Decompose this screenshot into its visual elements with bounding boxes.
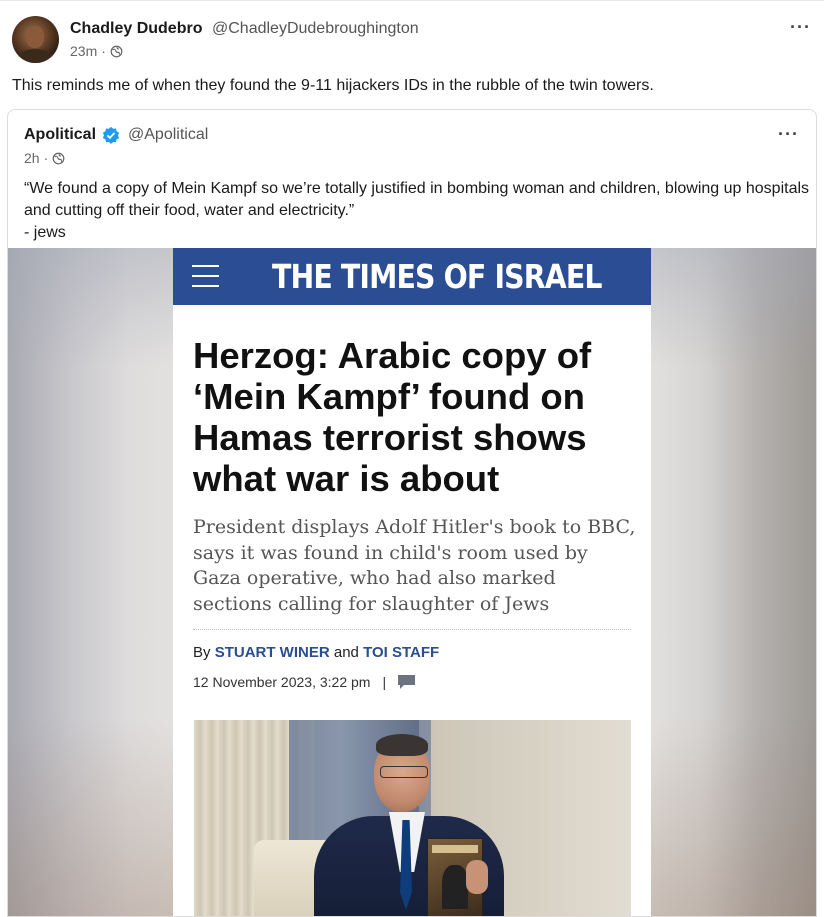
post-time[interactable]: 23m (70, 43, 97, 59)
attached-image[interactable]: THE TIMES OF ISRAEL Herzog: Arabic copy … (8, 248, 816, 916)
top-divider (0, 0, 824, 1)
quoted-post-meta: 2h · (24, 150, 65, 166)
byline-and: and (333, 644, 359, 661)
quoted-post-time[interactable]: 2h (24, 150, 40, 166)
quoted-post-text: “We found a copy of Mein Kampf so we’re … (24, 178, 809, 244)
byline-author-1: STUART WINER (214, 644, 330, 661)
globe-icon (110, 45, 123, 57)
byline-prefix: By (193, 644, 211, 661)
verified-badge-icon (102, 126, 120, 144)
date-separator: | (382, 674, 387, 690)
article-photo (194, 720, 631, 916)
article-headline: Herzog: Arabic copy of ‘Mein Kampf’ foun… (193, 335, 592, 499)
article-screenshot: THE TIMES OF ISRAEL Herzog: Arabic copy … (173, 248, 651, 916)
quoted-author-name[interactable]: Apolitical (24, 126, 96, 144)
quoted-more-options-icon[interactable]: ··· (778, 124, 799, 145)
masthead-title: THE TIMES OF ISRAEL (272, 257, 602, 296)
post-text: This reminds me of when they found the 9… (12, 77, 654, 94)
article-date: 12 November 2023, 3:22 pm (193, 674, 371, 690)
byline-author-2: TOI STAFF (363, 644, 440, 661)
post-meta: 23m · (70, 43, 123, 59)
quoted-post-card[interactable]: Apolitical @Apolitical 2h · ··· “We foun… (7, 109, 817, 917)
article-byline: By STUART WINER and TOI STAFF (193, 644, 439, 661)
author-name[interactable]: Chadley Dudebro (70, 20, 202, 38)
article-dateline: 12 November 2023, 3:22 pm | (193, 674, 416, 690)
article-divider (193, 629, 631, 630)
author-handle[interactable]: @ChadleyDudebroughington (212, 20, 419, 38)
hamburger-menu-icon (192, 265, 219, 287)
comment-icon (398, 675, 416, 689)
meta-separator: · (101, 43, 106, 59)
article-subhead: President displays Adolf Hitler's book t… (193, 516, 636, 615)
meta-separator: · (43, 150, 49, 166)
quoted-author-handle[interactable]: @Apolitical (128, 126, 208, 144)
masthead-bar: THE TIMES OF ISRAEL (173, 248, 651, 305)
quoted-author[interactable]: Apolitical (24, 126, 120, 144)
author-avatar[interactable] (12, 16, 59, 63)
quoted-text-signoff: - jews (24, 224, 66, 241)
globe-icon (52, 152, 65, 164)
quoted-text-main: “We found a copy of Mein Kampf so we’re … (24, 180, 810, 219)
more-options-icon[interactable]: ··· (790, 17, 811, 38)
